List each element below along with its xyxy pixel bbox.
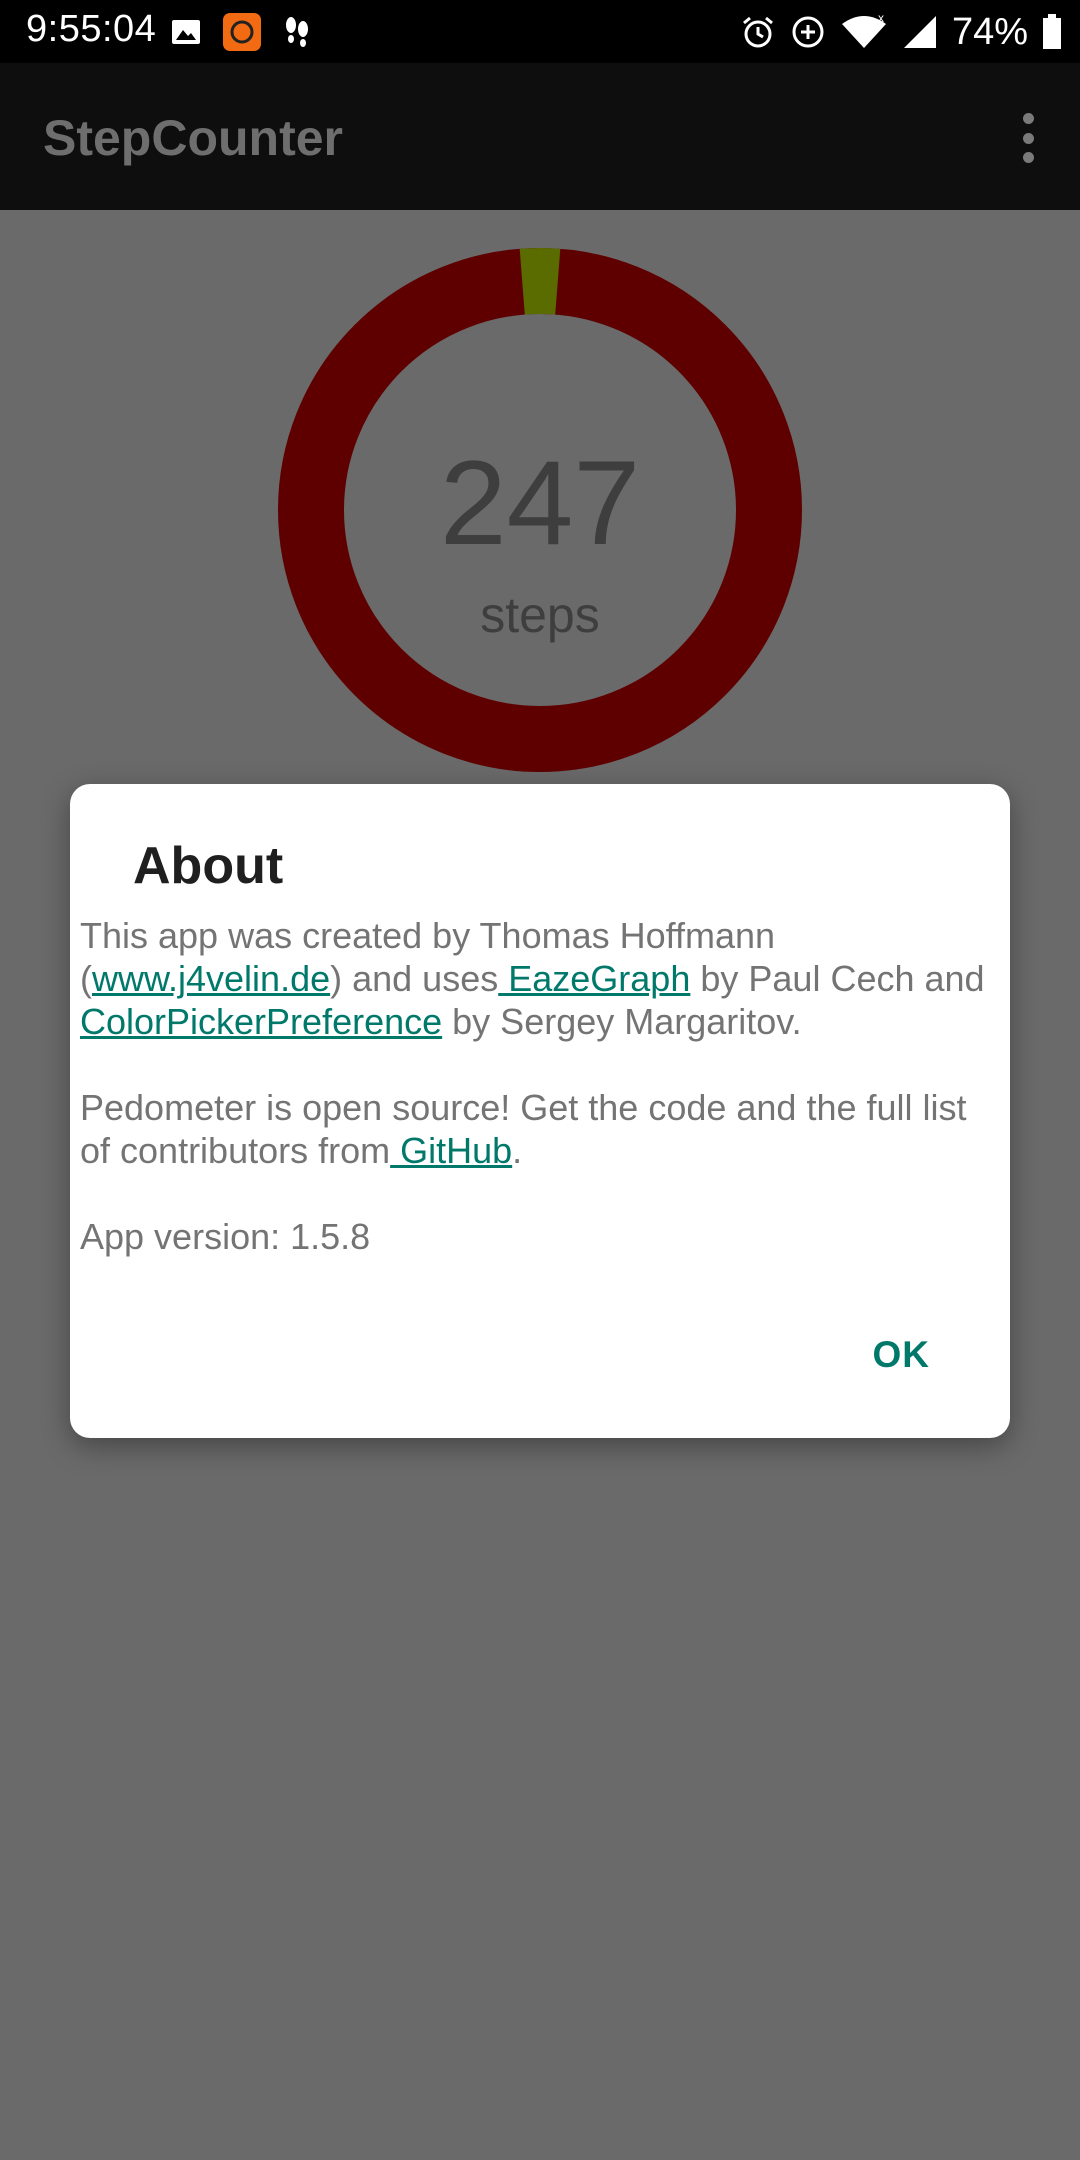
battery-percent: 74%: [951, 10, 1028, 53]
step-count: 247: [439, 436, 641, 570]
colorpicker-link[interactable]: ColorPickerPreference: [80, 1001, 442, 1042]
about-dialog: About This app was created by Thomas Hof…: [70, 784, 1010, 1438]
overflow-menu-icon[interactable]: [1016, 113, 1040, 163]
opensource-text: Pedometer is open source! Get the code a…: [80, 1087, 967, 1171]
j4velin-link[interactable]: www.j4velin.de: [92, 958, 330, 999]
steps-label: steps: [480, 587, 600, 643]
status-bar: 9:55:04 x 74%: [0, 0, 1080, 63]
app-version: App version: 1.5.8: [80, 1216, 371, 1257]
svg-text:x: x: [878, 14, 884, 25]
footsteps-icon: [286, 17, 308, 47]
data-saver-icon: [792, 16, 824, 48]
app-bar: StepCounter: [0, 63, 1080, 210]
dialog-body: This app was created by Thomas Hoffmann …: [80, 914, 995, 1301]
credits-text: by Paul Cech and: [690, 958, 985, 999]
battery-icon: [1043, 14, 1061, 49]
system-icons: x 74%: [740, 8, 1062, 56]
opensource-text: .: [512, 1130, 523, 1171]
alarm-icon: [742, 16, 773, 48]
credits-text: by Sergey Margaritov.: [442, 1001, 802, 1042]
eazegraph-link[interactable]: EazeGraph: [498, 958, 690, 999]
signal-icon: [903, 16, 936, 48]
step-progress-ring: 247 steps: [278, 248, 802, 772]
opensource-paragraph: Pedometer is open source! Get the code a…: [80, 1086, 995, 1172]
dialog-title: About: [133, 837, 284, 895]
image-icon: [172, 20, 200, 44]
notification-icons: [170, 12, 312, 52]
credits-text: ) and uses: [330, 958, 499, 999]
app-notification-icon: [223, 13, 261, 51]
credits-paragraph: This app was created by Thomas Hoffmann …: [80, 914, 995, 1043]
app-title: StepCounter: [43, 110, 343, 166]
wifi-icon: x: [841, 14, 886, 48]
ok-button[interactable]: OK: [873, 1334, 931, 1376]
github-link[interactable]: GitHub: [390, 1130, 512, 1171]
status-time: 9:55:04: [26, 8, 157, 50]
